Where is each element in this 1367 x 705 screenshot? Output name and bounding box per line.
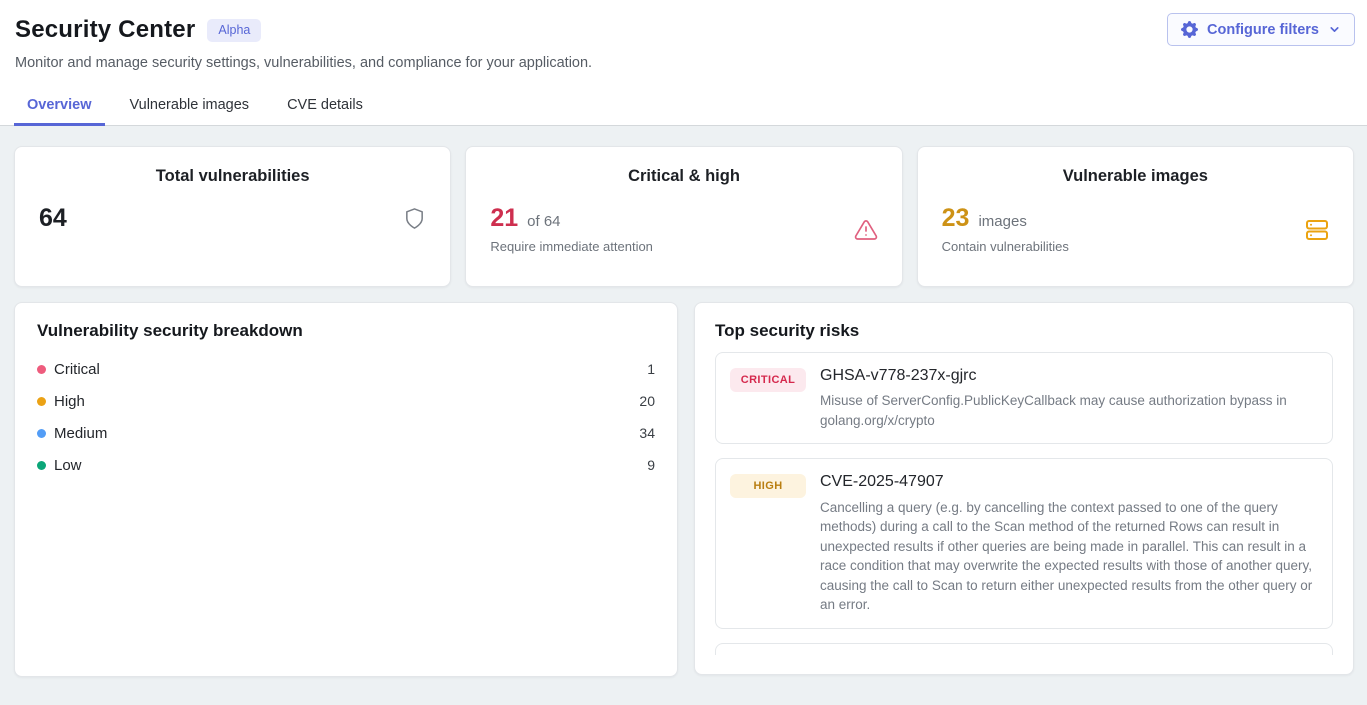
critical-dot-icon — [37, 365, 46, 374]
risk-list: CRITICAL GHSA-v778-237x-gjrc Misuse of S… — [715, 352, 1333, 655]
high-dot-icon — [37, 397, 46, 406]
vulnerable-images-note: Contain vulnerabilities — [942, 239, 1069, 254]
stat-card-title: Vulnerable images — [942, 167, 1329, 186]
breakdown-row-low: Low 9 — [37, 449, 655, 481]
risk-item-cve-2025-47907[interactable]: HIGH CVE-2025-47907 Cancelling a query (… — [715, 458, 1333, 629]
top-security-risks-panel: Top security risks CRITICAL GHSA-v778-23… — [694, 302, 1354, 675]
shield-icon — [403, 207, 426, 230]
stat-card-critical-high: Critical & high 21 of 64 Require immedia… — [465, 146, 902, 287]
breakdown-row-high: High 20 — [37, 385, 655, 417]
configure-filters-button[interactable]: Configure filters — [1167, 13, 1355, 46]
page-title: Security Center — [15, 16, 195, 44]
page-subtitle: Monitor and manage security settings, vu… — [15, 55, 1353, 71]
gear-icon — [1181, 21, 1198, 38]
critical-high-value: 21 — [490, 206, 518, 231]
stat-card-title: Total vulnerabilities — [39, 167, 426, 186]
breakdown-title: Vulnerability security breakdown — [37, 321, 655, 341]
content-area: Total vulnerabilities 64 Critical & high — [0, 126, 1367, 705]
breakdown-row-medium: Medium 34 — [37, 417, 655, 449]
tab-vulnerable-images[interactable]: Vulnerable images — [117, 88, 263, 126]
alpha-badge: Alpha — [207, 19, 261, 42]
risk-item-ghsa-v778[interactable]: CRITICAL GHSA-v778-237x-gjrc Misuse of S… — [715, 352, 1333, 444]
chevron-down-icon — [1328, 23, 1341, 36]
risk-id: GHSA-v778-237x-gjrc — [820, 366, 1318, 385]
page-header: Security Center Alpha Configure filters … — [0, 0, 1367, 71]
risk-description: Misuse of ServerConfig.PublicKeyCallback… — [820, 391, 1318, 430]
vulnerable-images-value: 23 — [942, 206, 970, 231]
medium-count: 34 — [639, 425, 655, 441]
critical-high-suffix: of 64 — [527, 213, 560, 230]
low-dot-icon — [37, 461, 46, 470]
security-center-page: Security Center Alpha Configure filters … — [0, 0, 1367, 705]
critical-high-note: Require immediate attention — [490, 239, 653, 254]
server-icon — [1305, 218, 1329, 242]
stat-card-total-vulnerabilities: Total vulnerabilities 64 — [14, 146, 451, 287]
stat-card-title: Critical & high — [490, 167, 877, 186]
risks-title: Top security risks — [715, 321, 1333, 341]
breakdown-row-critical: Critical 1 — [37, 353, 655, 385]
risk-description: Cancelling a query (e.g. by cancelling t… — [820, 498, 1318, 615]
panel-row: Vulnerability security breakdown Critica… — [14, 302, 1354, 677]
tab-bar: Overview Vulnerable images CVE details — [0, 88, 1367, 126]
severity-badge-high: HIGH — [730, 474, 806, 498]
tab-overview[interactable]: Overview — [14, 88, 105, 126]
breakdown-list: Critical 1 High 20 Medium 34 — [37, 353, 655, 481]
vulnerability-breakdown-panel: Vulnerability security breakdown Critica… — [14, 302, 678, 677]
vulnerable-images-suffix: images — [978, 213, 1026, 230]
low-count: 9 — [647, 457, 655, 473]
stat-card-vulnerable-images: Vulnerable images 23 images Contain vuln… — [917, 146, 1354, 287]
medium-dot-icon — [37, 429, 46, 438]
risk-id: CVE-2025-47907 — [820, 472, 1318, 491]
high-count: 20 — [639, 393, 655, 409]
total-vulnerabilities-value: 64 — [39, 206, 67, 231]
severity-badge-critical: CRITICAL — [730, 368, 806, 392]
stat-card-row: Total vulnerabilities 64 Critical & high — [14, 146, 1354, 287]
tab-cve-details[interactable]: CVE details — [274, 88, 376, 126]
critical-count: 1 — [647, 361, 655, 377]
configure-filters-label: Configure filters — [1207, 22, 1319, 38]
risk-item-cve-2025-9086[interactable]: HIGH CVE-2025-9086 — [715, 643, 1333, 655]
alert-triangle-icon — [854, 218, 878, 242]
